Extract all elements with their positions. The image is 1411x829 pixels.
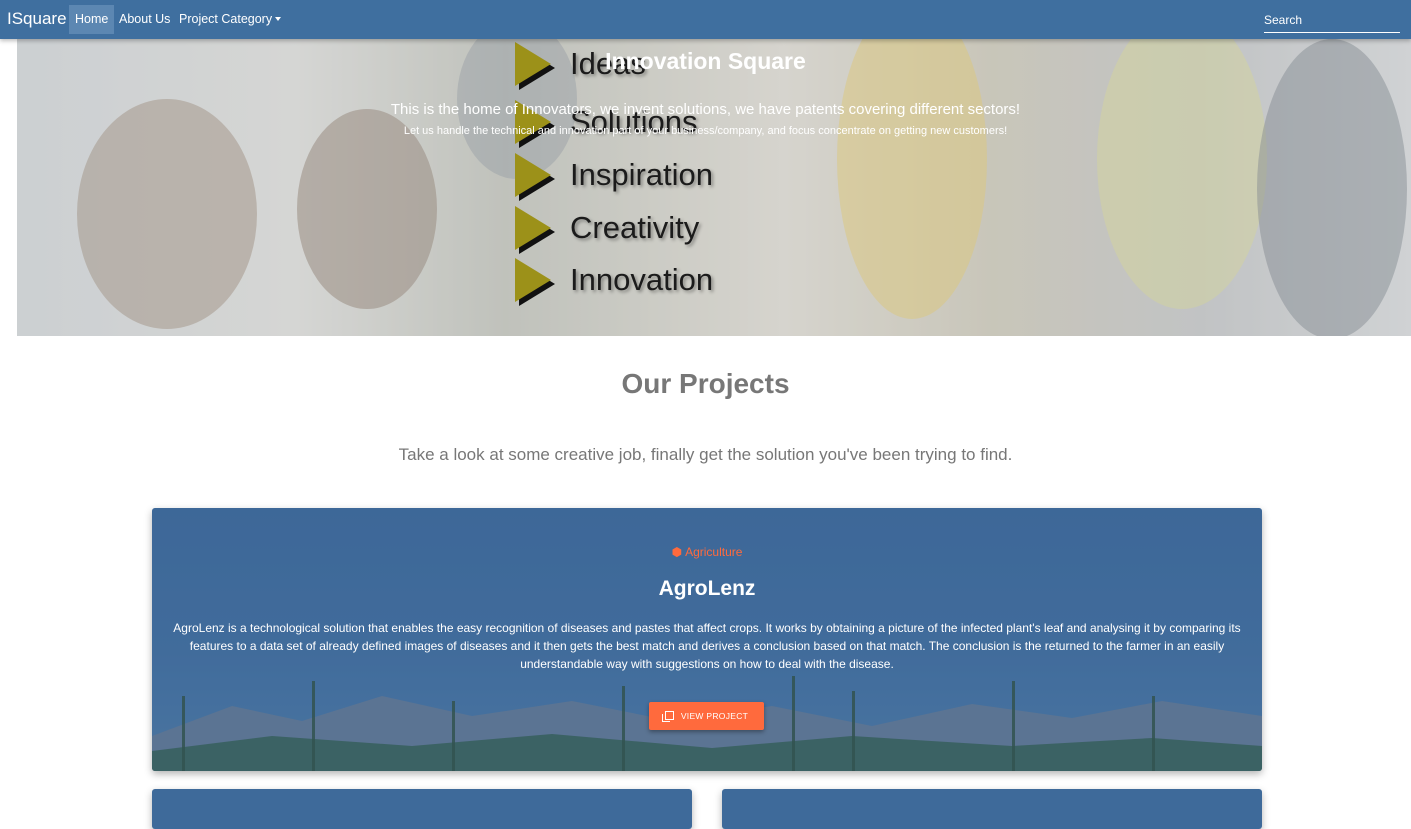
nav-about-us[interactable]: About Us (113, 5, 176, 34)
project-card: ⬢ Agriculture AgroLenz AgroLenz is a tech… (152, 508, 1262, 771)
play-triangle-icon (515, 153, 551, 197)
project-category: ⬢ Agriculture (152, 545, 1262, 559)
projects-subtitle: Take a look at some creative job, finall… (398, 445, 1013, 464)
hero-tagline: Let us handle the technical and innovati… (403, 125, 1008, 137)
project-title[interactable]: AgroLenz (152, 577, 1262, 601)
nav-project-category-label: Project Category (179, 12, 273, 26)
hero-word: Inspiration (570, 157, 714, 192)
search-input[interactable] (1264, 8, 1400, 33)
hero-title: Innovation Square (605, 48, 806, 74)
brand-logo[interactable]: ISquare (7, 9, 67, 29)
copy-icon (661, 711, 674, 722)
project-description: AgroLenz is a technological solution tha… (173, 621, 1241, 671)
navbar: ISquare Home About Us Project Category (0, 0, 1411, 39)
play-triangle-icon (515, 258, 551, 302)
project-category-label: Agriculture (685, 545, 743, 559)
projects-title: Our Projects (621, 368, 790, 399)
nav-project-category-dropdown[interactable]: Project Category (173, 5, 287, 34)
project-card (722, 789, 1262, 829)
caret-down-icon (275, 17, 282, 21)
view-project-button[interactable]: VIEW PROJECT (649, 702, 764, 730)
play-triangle-icon (515, 206, 551, 250)
hero-word: Creativity (570, 210, 700, 245)
hero-banner: Ideas Solutions Inspiration Creativity I… (17, 39, 1411, 336)
hero-word: Innovation (570, 262, 714, 297)
project-card (152, 789, 692, 829)
hexagon-icon: ⬢ (671, 545, 683, 559)
hero-subtitle: This is the home of Innovators, we inven… (390, 101, 1021, 118)
nav-home[interactable]: Home (69, 5, 115, 34)
view-project-label: VIEW PROJECT (680, 711, 749, 721)
